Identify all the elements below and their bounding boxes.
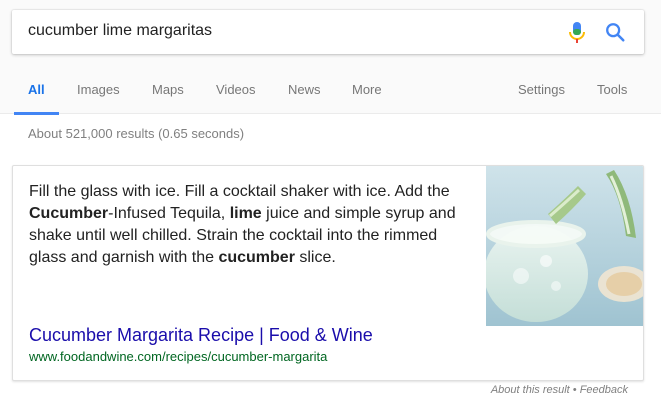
search-icon[interactable] (604, 21, 626, 43)
search-tabs: All Images Maps Videos News More Setting… (0, 64, 661, 115)
result-thumbnail-image[interactable] (486, 166, 644, 326)
tab-maps[interactable]: Maps (152, 64, 184, 114)
result-footer: About this result • Feedback (491, 384, 628, 396)
search-box[interactable]: cucumber lime margaritas (12, 10, 644, 54)
snippet-highlight: lime (229, 205, 262, 222)
feedback-link[interactable]: Feedback (580, 384, 628, 396)
snippet-highlight: Cucumber (29, 205, 109, 222)
settings-link[interactable]: Settings (518, 64, 565, 114)
tab-images[interactable]: Images (77, 64, 120, 114)
snippet-part: Fill the glass with ice. Fill a cocktail… (29, 183, 450, 200)
result-url: www.foodandwine.com/recipes/cucumber-mar… (29, 349, 328, 364)
tab-videos[interactable]: Videos (216, 64, 256, 114)
tab-more[interactable]: More (352, 64, 382, 114)
result-stats: About 521,000 results (0.65 seconds) (28, 126, 245, 141)
tab-news[interactable]: News (288, 64, 321, 114)
top-bar: cucumber lime margaritas All Images Maps… (0, 0, 661, 115)
snippet-highlight: cucumber (218, 249, 295, 266)
featured-snippet-card: Fill the glass with ice. Fill a cocktail… (12, 165, 644, 381)
snippet-part: slice. (294, 249, 336, 266)
footer-separator: • (569, 384, 580, 396)
about-this-result-link[interactable]: About this result (491, 384, 570, 396)
mic-icon[interactable] (567, 21, 587, 45)
tools-link[interactable]: Tools (597, 64, 627, 114)
search-input[interactable]: cucumber lime margaritas (28, 22, 212, 40)
snippet-part: -Infused Tequila, (108, 205, 230, 222)
tab-all[interactable]: All (14, 64, 58, 115)
result-title-link[interactable]: Cucumber Margarita Recipe | Food & Wine (29, 325, 373, 346)
snippet-text: Fill the glass with ice. Fill a cocktail… (29, 181, 469, 269)
